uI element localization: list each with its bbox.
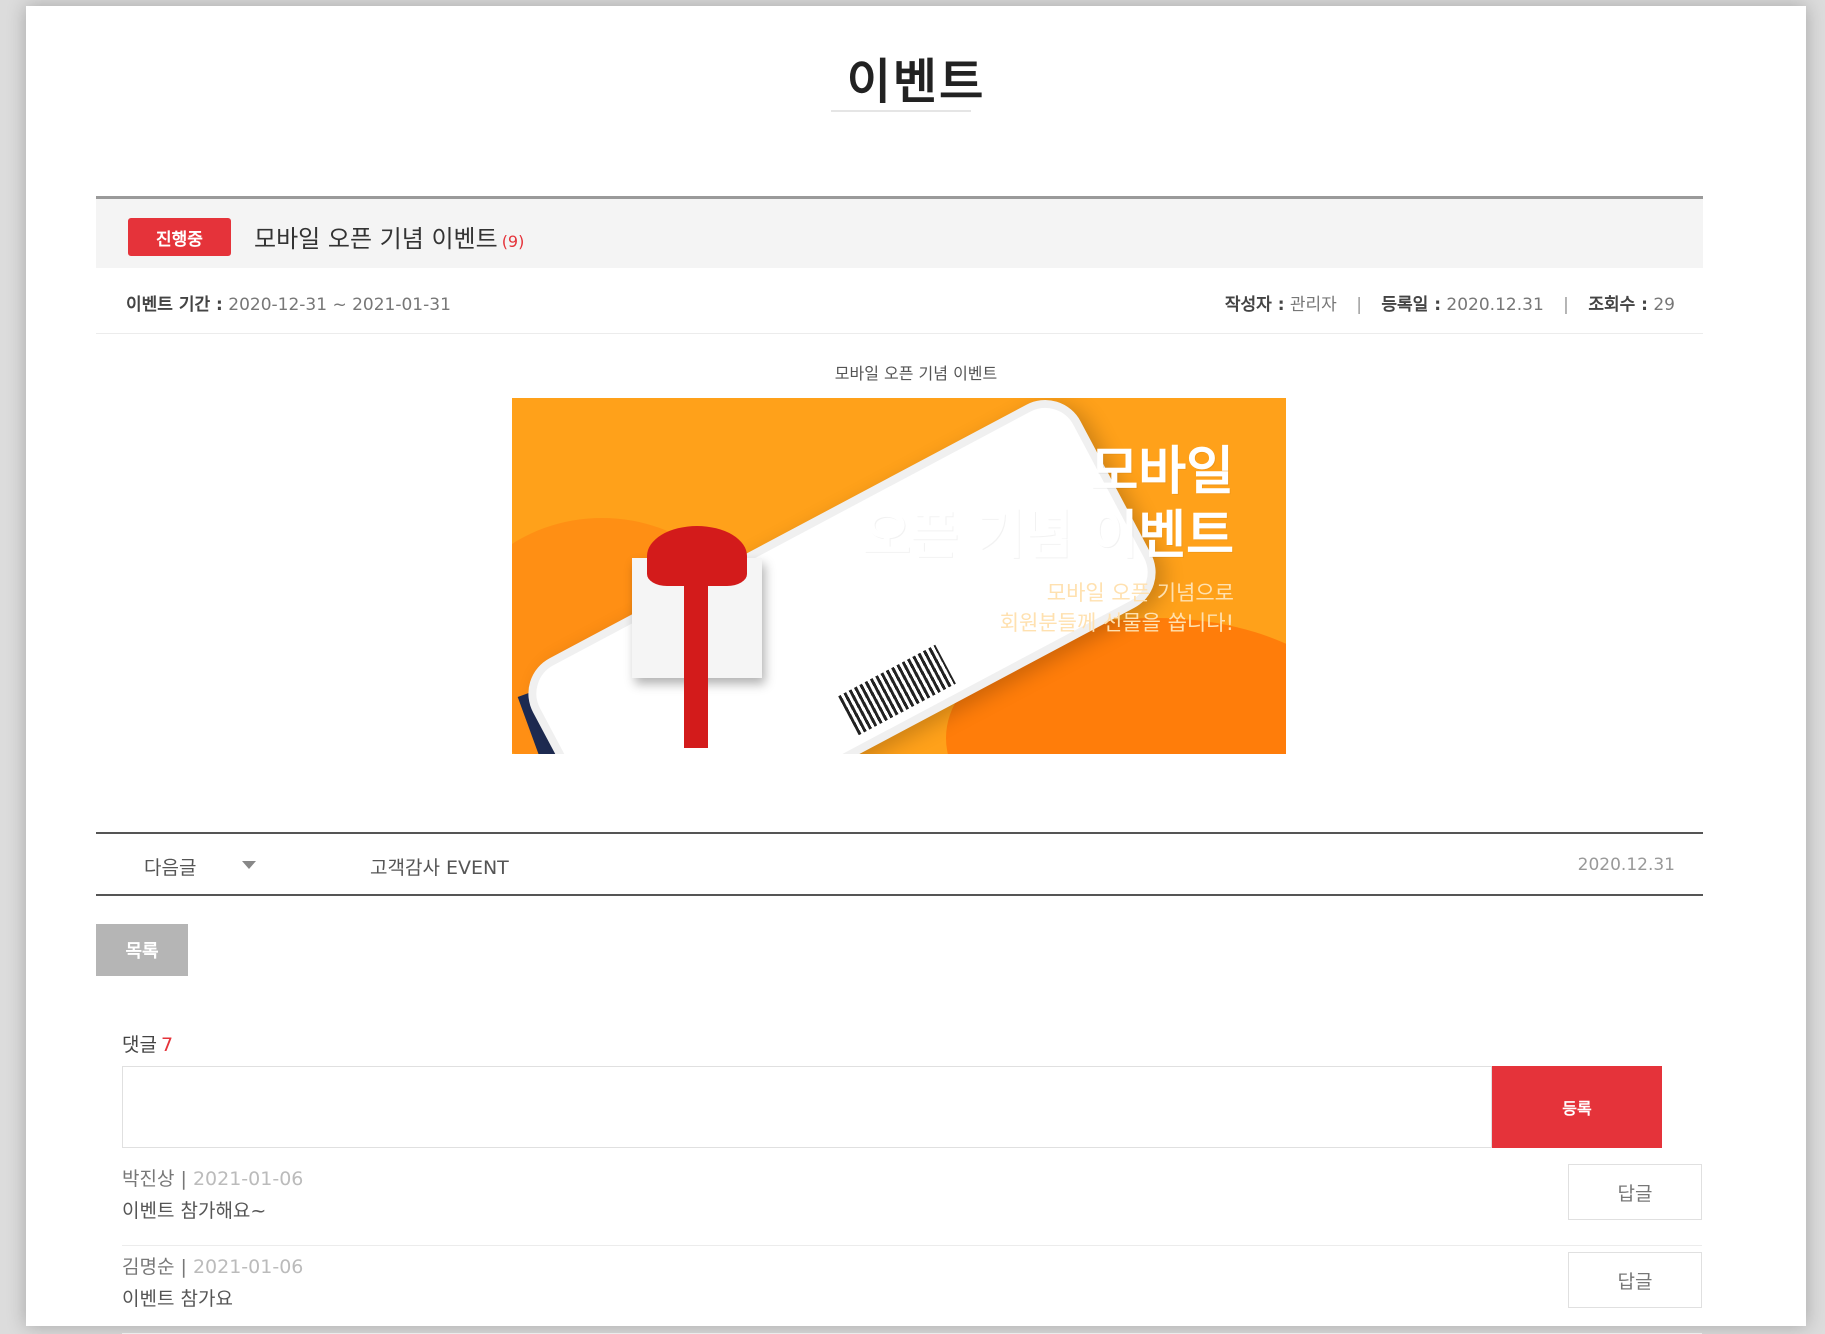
comment-author: 김명순 [122,1256,175,1278]
title-underline [831,110,971,112]
comment-item: 김명순 | 2021-01-06 이벤트 참가요 답글 [122,1248,1702,1334]
comments-label: 댓글 [122,1034,157,1056]
comments-heading: 댓글 7 [122,1030,173,1057]
comment-meta: 김명순 | 2021-01-06 [122,1252,303,1279]
next-post-row[interactable]: 다음글 고객감사 EVENT 2020.12.31 [96,832,1703,896]
comment-item: 박진상 | 2021-01-06 이벤트 참가해요~ 답글 [122,1160,1702,1246]
comment-input[interactable] [122,1066,1492,1148]
banner-title-line2: 오픈 기념 이벤트 [862,506,1234,566]
meta-divider: | [180,1168,193,1190]
event-meta-right: 작성자 : 관리자 | 등록일 : 2020.12.31 | 조회수 : 29 [1225,290,1675,315]
comments-count: 7 [160,1034,174,1056]
comment-text: 이벤트 참가요 [122,1288,233,1310]
list-button[interactable]: 목록 [96,924,188,976]
event-period: 이벤트 기간 : 2020-12-31 ~ 2021-01-31 [126,290,451,315]
comment-meta: 박진상 | 2021-01-06 [122,1164,303,1191]
event-header: 진행중 모바일 오픈 기념 이벤트 (9) [96,196,1703,268]
event-page: 이벤트 진행중 모바일 오픈 기념 이벤트 (9) 이벤트 기간 : 2020-1… [26,6,1806,1334]
comment-text: 이벤트 참가해요~ [122,1200,267,1222]
meta-divider: | [1563,295,1569,315]
event-meta: 이벤트 기간 : 2020-12-31 ~ 2021-01-31 작성자 : 관… [96,268,1703,334]
status-badge: 진행중 [128,218,231,256]
event-comment-count: (9) [501,232,525,251]
banner-sub-line2: 회원분들께 선물을 쏩니다! [999,611,1234,635]
page-title: 이벤트 [846,54,986,110]
comment-author: 박진상 [122,1168,175,1190]
comment-submit-button[interactable]: 등록 [1492,1066,1662,1148]
event-title: 모바일 오픈 기념 이벤트 (9) [254,219,524,254]
meta-divider: | [180,1256,193,1278]
period-value: 2020-12-31 ~ 2021-01-31 [228,295,451,315]
reply-button[interactable]: 답글 [1568,1252,1702,1308]
banner-title: 모바일 오픈 기념 이벤트 [863,440,1234,568]
reg-date-label: 등록일 : [1381,295,1442,315]
author-label: 작성자 : [1224,295,1285,315]
next-post-date: 2020.12.31 [1577,855,1675,875]
banner-subtitle: 모바일 오픈 기념으로 회원분들께 선물을 쏩니다! [1000,578,1234,638]
caret-down-icon [242,861,256,869]
meta-divider: | [1356,295,1362,315]
event-banner-image: 모바일 오픈 기념 이벤트 모바일 오픈 기념으로 회원분들께 선물을 쏩니다! [512,398,1286,754]
content-caption: 모바일 오픈 기념 이벤트 [834,364,998,383]
next-post-label: 다음글 [144,857,197,879]
comment-date: 2021-01-06 [192,1168,304,1190]
next-post-link[interactable]: 고객감사 EVENT [370,853,509,880]
banner-sub-line1: 모바일 오픈 기념으로 [1046,581,1234,605]
comment-date: 2021-01-06 [192,1256,304,1278]
period-label: 이벤트 기간 : [126,295,223,315]
author-value: 관리자 [1289,295,1337,315]
event-title-text: 모바일 오픈 기념 이벤트 [254,225,498,253]
reply-button[interactable]: 답글 [1568,1164,1702,1220]
reg-date-value: 2020.12.31 [1446,295,1544,315]
views-value: 29 [1653,295,1675,315]
gift-bow-graphic [647,526,747,586]
views-label: 조회수 : [1588,295,1648,315]
banner-title-line1: 모바일 [1090,442,1234,502]
